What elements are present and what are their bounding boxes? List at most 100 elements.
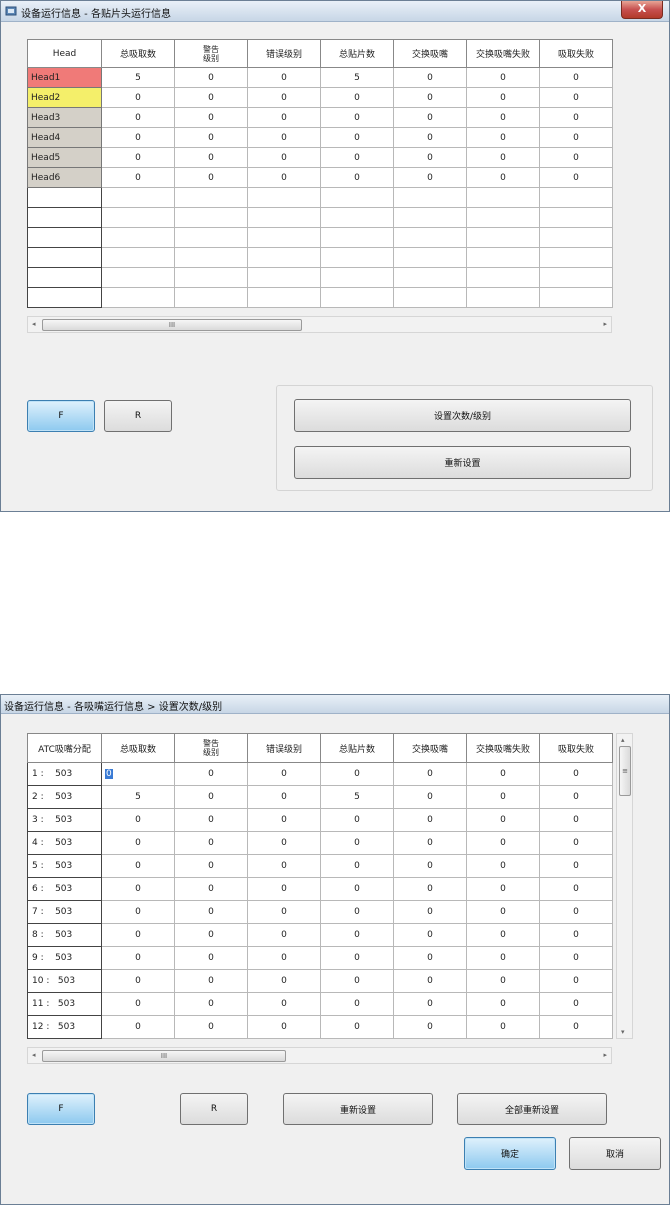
- table-cell[interactable]: 0: [539, 762, 613, 786]
- empty-row[interactable]: [27, 267, 613, 288]
- table-cell[interactable]: 0: [247, 147, 321, 168]
- table-row[interactable]: Head3 0 0 0 0 0 0 0: [27, 107, 613, 128]
- row-header[interactable]: 2 : 503: [27, 785, 102, 809]
- table-cell[interactable]: 0: [101, 831, 175, 855]
- table-cell[interactable]: 0: [174, 87, 248, 108]
- row-header[interactable]: 8 : 503: [27, 923, 102, 947]
- table-cell[interactable]: [101, 207, 175, 228]
- table-cell[interactable]: 0: [101, 87, 175, 108]
- table-cell[interactable]: [466, 187, 540, 208]
- table-cell[interactable]: [393, 267, 467, 288]
- table-row[interactable]: 3 : 503 0 0 0 0 0 0 0: [27, 808, 613, 832]
- table-row[interactable]: 12 : 503 0 0 0 0 0 0 0: [27, 1015, 613, 1039]
- scroll-thumb[interactable]: III: [42, 319, 302, 331]
- table-cell[interactable]: [466, 207, 540, 228]
- table-cell[interactable]: [101, 227, 175, 248]
- table-cell[interactable]: [539, 247, 613, 268]
- table-cell[interactable]: 0: [174, 107, 248, 128]
- row-header[interactable]: [27, 187, 102, 208]
- table-cell[interactable]: 0: [101, 167, 175, 188]
- scroll-right-icon[interactable]: ▸: [603, 1051, 607, 1059]
- table-row[interactable]: 4 : 503 0 0 0 0 0 0 0: [27, 831, 613, 855]
- table-cell[interactable]: 0: [393, 900, 467, 924]
- column-header[interactable]: 吸取失败: [539, 733, 613, 763]
- table-cell[interactable]: 0: [247, 900, 321, 924]
- table-cell[interactable]: [101, 187, 175, 208]
- column-header[interactable]: 交换吸嘴失败: [466, 733, 540, 763]
- table-cell[interactable]: [247, 207, 321, 228]
- table-cell[interactable]: 0: [101, 946, 175, 970]
- table-cell[interactable]: [174, 227, 248, 248]
- horizontal-scrollbar[interactable]: ◂ III ▸: [27, 1047, 612, 1064]
- f-button[interactable]: F: [27, 1093, 95, 1125]
- table-cell[interactable]: 0: [466, 762, 540, 786]
- table-cell[interactable]: 0: [393, 854, 467, 878]
- table-cell[interactable]: 0: [101, 854, 175, 878]
- table-cell[interactable]: 0: [466, 167, 540, 188]
- table-cell[interactable]: [393, 287, 467, 308]
- column-header[interactable]: 交换吸嘴失败: [466, 39, 540, 68]
- table-cell[interactable]: 0: [320, 87, 394, 108]
- table-cell[interactable]: 0: [101, 1015, 175, 1039]
- row-header[interactable]: Head4: [27, 127, 102, 148]
- table-cell[interactable]: 0: [393, 969, 467, 993]
- table-cell[interactable]: [101, 247, 175, 268]
- row-header[interactable]: 5 : 503: [27, 854, 102, 878]
- table-cell[interactable]: [393, 187, 467, 208]
- title-bar[interactable]: 设备运行信息 - 各吸嘴运行信息 > 设置次数/级别: [1, 695, 669, 714]
- table-cell[interactable]: 0: [174, 785, 248, 809]
- table-cell[interactable]: [320, 187, 394, 208]
- table-row[interactable]: 9 : 503 0 0 0 0 0 0 0: [27, 946, 613, 970]
- table-cell[interactable]: 0: [174, 127, 248, 148]
- table-cell[interactable]: 0: [393, 167, 467, 188]
- table-cell[interactable]: 0: [174, 900, 248, 924]
- table-cell[interactable]: 0: [174, 67, 248, 88]
- table-cell[interactable]: [247, 247, 321, 268]
- table-cell[interactable]: 0: [466, 127, 540, 148]
- column-header[interactable]: 总吸取数: [101, 733, 175, 763]
- table-cell[interactable]: [539, 187, 613, 208]
- table-cell[interactable]: 0: [539, 127, 613, 148]
- table-cell[interactable]: 0: [466, 946, 540, 970]
- table-cell[interactable]: 0: [466, 67, 540, 88]
- vertical-scrollbar[interactable]: ▴ ≡ ▾: [616, 733, 633, 1039]
- table-cell[interactable]: 0: [393, 762, 467, 786]
- table-cell[interactable]: 0: [539, 147, 613, 168]
- table-cell[interactable]: 5: [320, 785, 394, 809]
- table-cell[interactable]: [393, 247, 467, 268]
- table-cell[interactable]: 0: [174, 1015, 248, 1039]
- table-cell[interactable]: [320, 227, 394, 248]
- scroll-up-icon[interactable]: ▴: [621, 736, 625, 744]
- table-cell[interactable]: [466, 267, 540, 288]
- table-cell[interactable]: 5: [320, 67, 394, 88]
- table-cell[interactable]: 0: [539, 854, 613, 878]
- column-header[interactable]: 交换吸嘴: [393, 39, 467, 68]
- row-header[interactable]: 12 : 503: [27, 1015, 102, 1039]
- table-cell[interactable]: 0: [320, 107, 394, 128]
- empty-row[interactable]: [27, 287, 613, 308]
- table-cell[interactable]: 0: [101, 808, 175, 832]
- table-cell[interactable]: 0: [539, 785, 613, 809]
- reset-button[interactable]: 重新设置: [294, 446, 631, 479]
- row-header[interactable]: 1 : 503: [27, 762, 102, 786]
- row-header[interactable]: [27, 267, 102, 288]
- table-cell[interactable]: 0: [247, 923, 321, 947]
- set-count-level-button[interactable]: 设置次数/级别: [294, 399, 631, 432]
- column-header[interactable]: 总吸取数: [101, 39, 175, 68]
- row-header[interactable]: Head5: [27, 147, 102, 168]
- table-cell[interactable]: 0: [466, 854, 540, 878]
- scroll-left-icon[interactable]: ◂: [32, 1051, 36, 1059]
- table-cell[interactable]: 0: [539, 923, 613, 947]
- table-cell[interactable]: [466, 247, 540, 268]
- table-cell[interactable]: 0: [539, 969, 613, 993]
- table-cell[interactable]: 0: [247, 127, 321, 148]
- table-cell[interactable]: 0: [539, 107, 613, 128]
- column-header[interactable]: 吸取失败: [539, 39, 613, 68]
- table-cell[interactable]: [466, 227, 540, 248]
- empty-row[interactable]: [27, 207, 613, 228]
- table-cell[interactable]: 0: [320, 900, 394, 924]
- row-header[interactable]: 7 : 503: [27, 900, 102, 924]
- table-cell[interactable]: 0: [174, 992, 248, 1016]
- table-cell[interactable]: [320, 207, 394, 228]
- table-cell[interactable]: [320, 267, 394, 288]
